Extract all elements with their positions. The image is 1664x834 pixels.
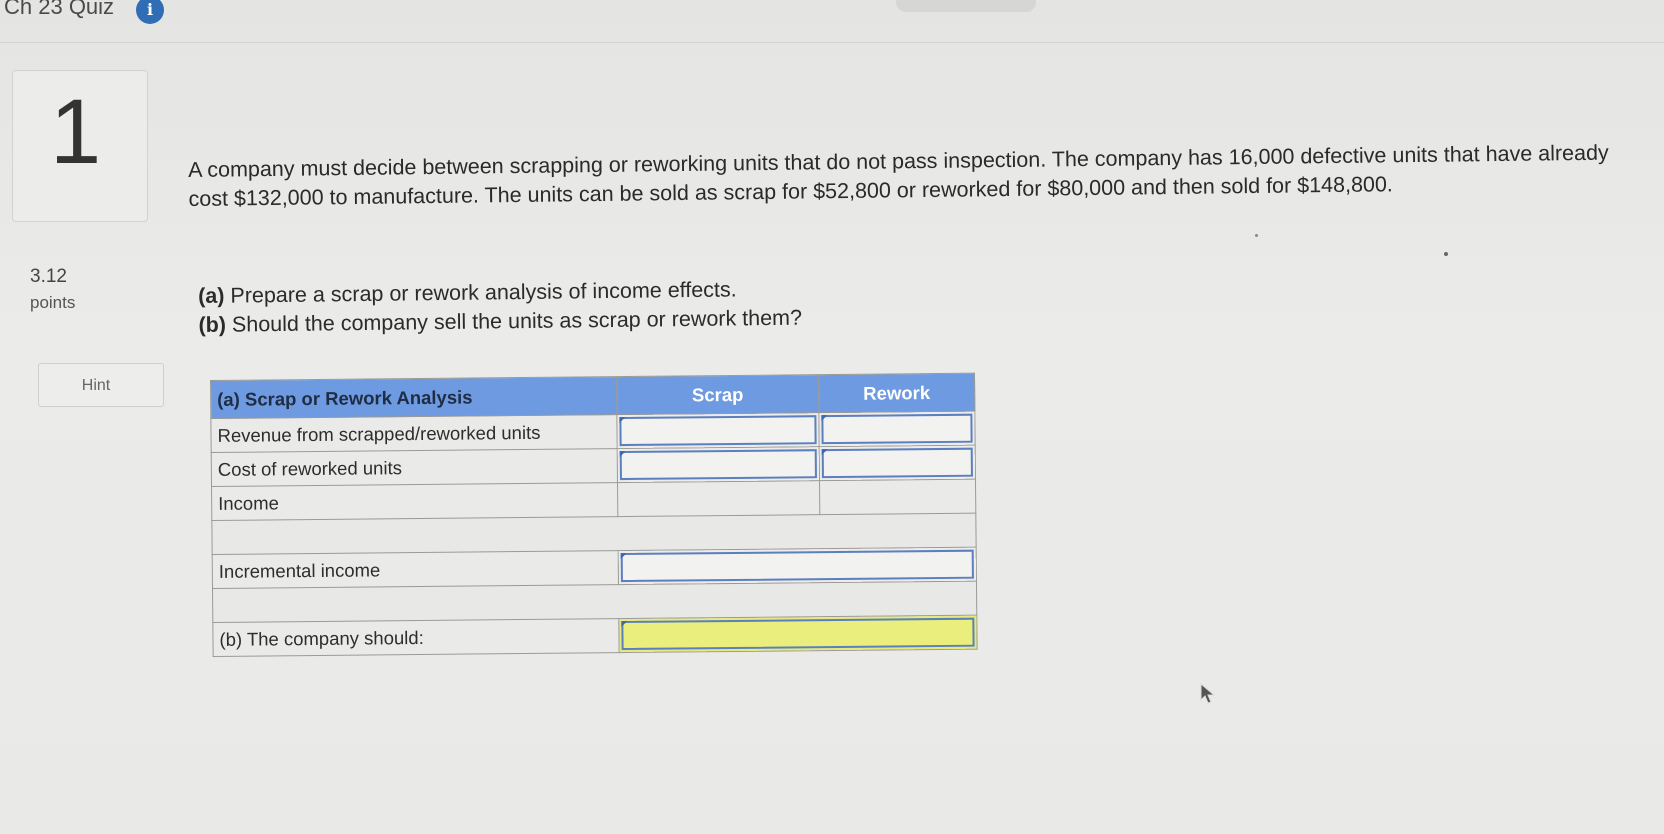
incremental-income-field[interactable] [620, 549, 974, 583]
analysis-grid: (a) Scrap or Rework Analysis Scrap Rewor… [210, 373, 978, 657]
row-label-cost: Cost of reworked units [211, 448, 618, 487]
company-should-label: (b) The company should: [212, 618, 620, 657]
cost-rework-input[interactable] [819, 445, 976, 481]
quiz-page: Ch 23 Quiz i 1 3.12 points Hint A compan… [0, 0, 1664, 834]
scrap-column-header: Scrap [616, 374, 819, 415]
cost-rework-field[interactable] [821, 447, 973, 479]
info-icon[interactable]: i [136, 0, 164, 24]
points-label: points [30, 293, 76, 312]
part-a-text: Prepare a scrap or rework analysis of in… [230, 277, 737, 308]
revenue-rework-input[interactable] [818, 411, 976, 447]
scrap-rework-table: (a) Scrap or Rework Analysis Scrap Rewor… [210, 373, 978, 657]
cost-scrap-field[interactable] [619, 449, 817, 481]
incremental-income-input[interactable] [618, 547, 977, 585]
quiz-title: Ch 23 Quiz [4, 0, 115, 19]
incremental-income-label: Incremental income [212, 550, 619, 589]
rework-column-header: Rework [818, 373, 975, 413]
top-tab-pill[interactable] [896, 0, 1036, 12]
income-rework-value [819, 479, 976, 515]
part-b-label: (b) [198, 312, 227, 337]
part-b: (b) Should the company sell the units as… [198, 304, 802, 340]
income-scrap-value [617, 480, 820, 517]
table-row: (b) The company should: [212, 615, 978, 657]
revenue-scrap-field[interactable] [619, 415, 817, 447]
company-should-dropdown[interactable] [618, 615, 978, 653]
table-title-header: (a) Scrap or Rework Analysis [210, 376, 617, 419]
screen-speck [1444, 252, 1448, 256]
points-value: 3.12 [30, 266, 67, 287]
question-body: A company must decide between scrapping … [188, 140, 1609, 211]
company-should-field[interactable] [621, 617, 975, 651]
question-text: A company must decide between scrapping … [188, 138, 1629, 214]
revenue-scrap-input[interactable] [616, 412, 820, 449]
row-label-income: Income [211, 482, 618, 521]
top-bar: Ch 23 Quiz i [0, 0, 1664, 43]
cost-scrap-input[interactable] [617, 446, 820, 483]
question-number: 1 [50, 81, 102, 183]
question-parts: (a) Prepare a scrap or rework analysis o… [198, 275, 802, 340]
revenue-rework-field[interactable] [821, 413, 973, 445]
row-label-revenue: Revenue from scrapped/reworked units [210, 414, 618, 453]
part-b-text: Should the company sell the units as scr… [231, 305, 803, 337]
hint-button[interactable]: Hint [38, 363, 164, 407]
part-a-label: (a) [198, 283, 225, 308]
mouse-cursor-icon [1200, 682, 1216, 704]
screen-speck [1255, 234, 1258, 237]
